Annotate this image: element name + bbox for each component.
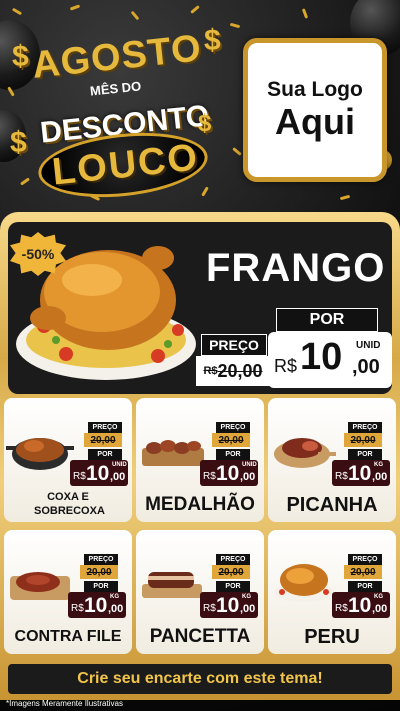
price-unit: KG: [374, 594, 383, 600]
price-integer: 10: [300, 336, 343, 378]
confetti: [229, 22, 241, 29]
dollar-icon: $: [10, 126, 27, 159]
featured-new-price: R$ 10 UNID ,00: [268, 332, 392, 388]
preco-label: PREÇO: [216, 554, 250, 565]
por-label: POR: [348, 581, 382, 592]
price-currency: R$: [203, 471, 216, 482]
new-price: R$ 10 UNID ,00: [70, 460, 128, 486]
price-currency: R$: [71, 603, 84, 614]
title-agosto: AGOSTO: [30, 27, 204, 87]
dollar-icon: $: [198, 110, 212, 137]
old-price: 20,00: [212, 433, 250, 447]
new-price: R$ 10 KG ,00: [332, 592, 390, 618]
product-name: PANCETTA: [149, 626, 251, 647]
por-label: POR: [84, 581, 118, 592]
featured-product-name: FRANGO: [206, 246, 386, 290]
old-currency: R$: [203, 365, 218, 377]
confetti: [11, 7, 23, 16]
old-price: 20,00: [344, 565, 382, 579]
price-decimals: ,00: [240, 603, 256, 615]
dollar-icon: $: [12, 40, 29, 73]
old-price: 20,00: [344, 433, 382, 447]
product-name: COXA E SOBRECOXA: [34, 491, 105, 517]
por-label: POR: [88, 449, 122, 460]
price-decimals: ,00: [110, 471, 126, 483]
coxa-image: [6, 438, 74, 470]
price-decimals: ,00: [352, 356, 380, 378]
confetti: [301, 8, 309, 19]
product-card: PREÇO 20,00 POR R$ 10 UNID ,00 COXA E SO…: [4, 398, 132, 522]
por-label: POR: [216, 449, 250, 460]
product-name: MEDALHÃO: [145, 494, 255, 515]
product-card: PREÇO 20,00 POR R$ 10 KG ,00 PERU: [268, 530, 396, 654]
disclaimer-text: *Imagens Meramente Ilustrativas: [6, 699, 123, 708]
price-integer: 10: [216, 462, 240, 485]
price-unit: KG: [242, 594, 251, 600]
price-integer: 10: [216, 594, 240, 617]
featured-old-price: R$ 20,00: [196, 356, 270, 386]
product-card: PREÇO 20,00 POR R$ 10 KG ,00 PICANHA: [268, 398, 396, 522]
price-currency: R$: [203, 603, 216, 614]
featured-preco-label: PREÇO: [201, 334, 267, 356]
product-name: CONTRA FILE: [14, 628, 122, 645]
price-decimals: ,00: [372, 603, 388, 615]
preco-label: PREÇO: [216, 422, 250, 433]
por-label: POR: [348, 449, 382, 460]
price-integer: 10: [348, 462, 372, 485]
title-mes-do: MÊS DO: [89, 78, 142, 99]
price-decimals: ,00: [108, 603, 124, 615]
price-currency: R$: [335, 603, 348, 614]
dollar-icon: $: [204, 24, 221, 57]
logo-placeholder: Sua Logo Aqui: [243, 38, 387, 182]
confetti: [232, 147, 242, 156]
logo-line-1: Sua Logo: [267, 78, 363, 101]
old-price-value: 20,00: [217, 360, 263, 381]
por-label: POR: [216, 581, 250, 592]
price-integer: 10: [84, 594, 108, 617]
price-currency: R$: [335, 471, 348, 482]
price-unit: UNID: [242, 462, 257, 468]
new-price: R$ 10 KG ,00: [332, 460, 390, 486]
cta-banner[interactable]: Crie seu encarte com este tema!: [8, 664, 392, 694]
product-name: PICANHA: [286, 494, 378, 516]
logo-line-2: Aqui: [275, 101, 355, 142]
price-decimals: ,00: [240, 471, 256, 483]
preco-label: PREÇO: [88, 422, 122, 433]
price-unit: UNID: [112, 462, 127, 468]
product-name: PERU: [304, 626, 360, 648]
confetti: [69, 4, 81, 11]
new-price: R$ 10 UNID ,00: [200, 460, 258, 486]
confetti: [130, 10, 140, 21]
preco-label: PREÇO: [348, 422, 382, 433]
product-card: PREÇO 20,00 POR R$ 10 KG ,00 CONTRA FILE: [4, 530, 132, 654]
price-unit: KG: [374, 462, 383, 468]
preco-label: PREÇO: [348, 554, 382, 565]
new-price: R$ 10 KG ,00: [68, 592, 126, 618]
price-currency: R$: [73, 471, 86, 482]
featured-por-label: POR: [276, 308, 378, 332]
flyer: AGOSTO MÊS DO DESCONTO LOUCO $ $ $ $ Sua…: [0, 0, 400, 711]
product-card: PREÇO 20,00 POR R$ 10 KG ,00 PANCETTA: [136, 530, 264, 654]
old-price: 20,00: [212, 565, 250, 579]
old-price: 20,00: [80, 565, 118, 579]
campaign-title: AGOSTO MÊS DO DESCONTO LOUCO: [10, 27, 230, 205]
preco-label: PREÇO: [84, 554, 118, 565]
new-price: R$ 10 KG ,00: [200, 592, 258, 618]
old-price: 20,00: [84, 433, 122, 447]
price-unit: KG: [110, 594, 119, 600]
confetti: [339, 194, 351, 201]
confetti: [190, 5, 200, 14]
price-decimals: ,00: [372, 471, 388, 483]
price-integer: 10: [86, 462, 110, 485]
price-unit: UNID: [356, 340, 381, 351]
price-integer: 10: [348, 594, 372, 617]
price-currency: R$: [274, 356, 298, 376]
product-card: PREÇO 20,00 POR R$ 10 UNID ,00 MEDALHÃO: [136, 398, 264, 522]
